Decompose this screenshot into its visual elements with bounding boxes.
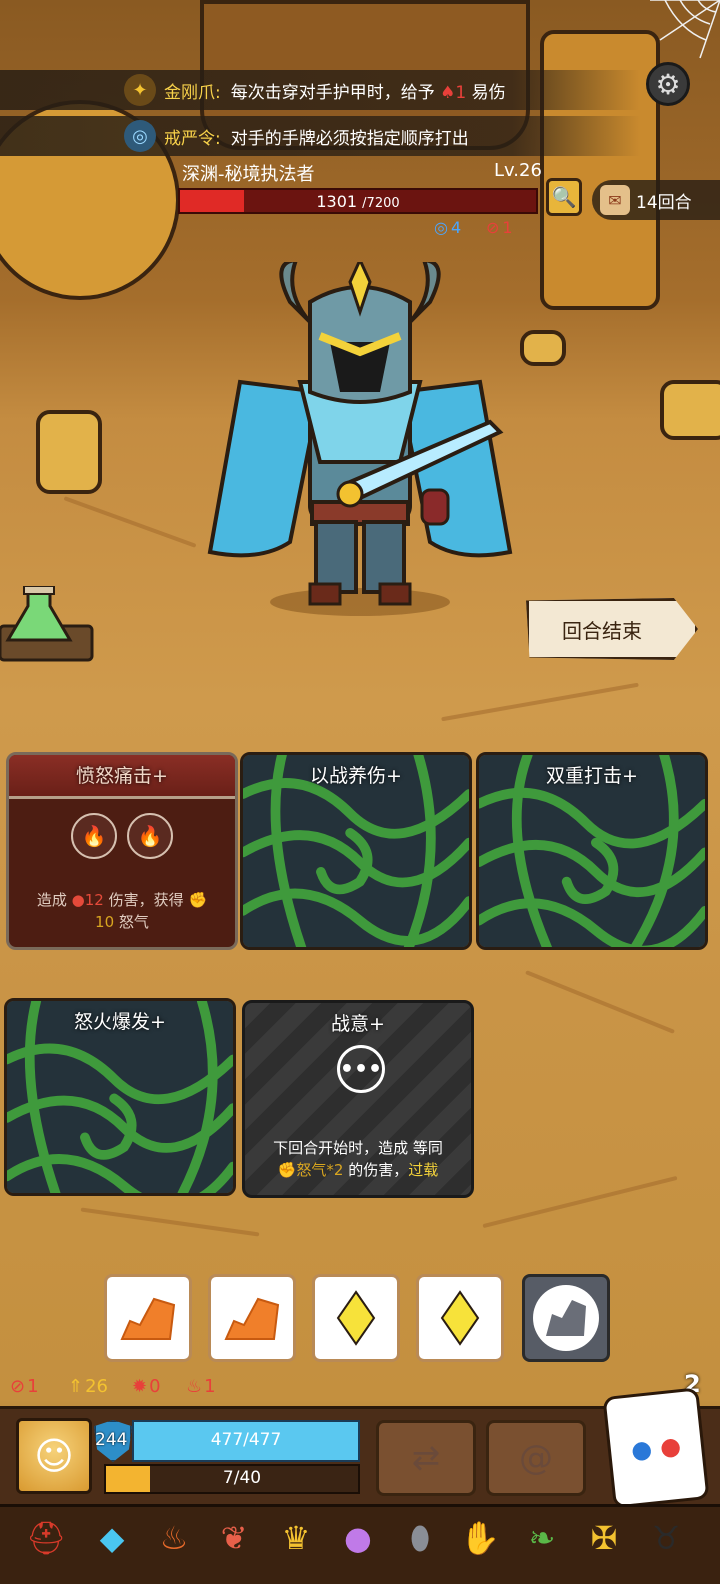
water-drop-icon: ● [629,1434,654,1465]
card-description: 造成 ●12 伤害，获得 ✊ 10 怒气 [36,891,208,931]
golden-crown-icon[interactable]: ♛ [270,1510,322,1566]
yellow-diamond-icon [440,1290,480,1346]
sand-stroke [80,1207,260,1237]
gray-rock-icon [546,1300,586,1336]
buff-description: 每次击穿对手护甲时，给予 ♠1 易伤 [230,82,506,103]
reroll-button[interactable]: @ [486,1420,586,1496]
player-hp-text: 477/477 [210,1430,282,1450]
white-circle-icon [533,1285,599,1351]
roll-dice-button[interactable]: ● ● [602,1387,710,1509]
dice-slot-gray-rock[interactable] [522,1274,610,1362]
card-title: 战意+ [331,1013,385,1035]
flame-icon: ♨ [186,1376,203,1397]
spiral-icon: ◎ [434,218,448,237]
rock-decoration [36,410,102,494]
player-shield-value: 244 [95,1430,128,1450]
spiral-icon: @ [519,1438,553,1478]
resource-gear-burn[interactable]: ✹ 0 [132,1376,161,1397]
turn-label: 14回合 [636,192,692,213]
buff-description: 对手的手牌必须按指定顺序打出 [230,128,469,149]
strength-arrow-icon: ⇑ [68,1376,84,1397]
magnifier-icon: 🔍 [551,185,577,209]
enemy-hp-bar: 1301 /7200 [178,188,538,214]
card-title: 愤怒痛击+ [76,765,168,787]
swap-dice-button[interactable]: ⇄ [376,1420,476,1496]
blood-drop-icon: ● [71,891,85,909]
rage-fist-icon: ✊ [188,891,208,909]
card-title: 双重打击+ [546,765,638,787]
orange-rock-icon [120,1297,176,1340]
sand-stroke [63,496,197,548]
gray-egg-icon[interactable]: ⬮ [394,1510,446,1566]
gear-burn-icon: ✹ [132,1376,148,1397]
end-turn-button[interactable]: 回合结束 [526,598,698,660]
turn-counter: ✉ 14回合 [592,180,720,220]
card-rage-burst[interactable]: 怒火爆发+ [4,998,236,1196]
fire-brazier-icon[interactable]: ♨ [148,1510,200,1566]
dice-slot-orange-rock[interactable] [104,1274,192,1362]
orange-rock-icon [224,1297,280,1340]
card-battle-intent[interactable]: 战意+ ••• 下回合开始时，造成 等同 ✊怒气*2 的伤害，过载 [242,1000,474,1198]
fire-slot-icon: 🔥 [127,813,173,859]
golden-claw-icon[interactable]: ✋ [454,1510,506,1566]
vulnerable-icon: ⊘ [10,1376,26,1397]
enemy-level: Lv.26 [494,160,542,181]
vulnerable-icon: ⊘ [486,218,500,237]
card-title: 以战养伤+ [310,765,402,787]
dice-slot-yellow-diamond[interactable] [312,1274,400,1362]
scroll-icon: ✉ [600,185,630,215]
resource-flame[interactable]: ♨ 1 [186,1376,216,1397]
spider-web-icon [650,0,720,59]
black-horn-icon[interactable]: ♉ [640,1510,692,1566]
enemy-inspect-button[interactable]: 🔍 [546,178,582,216]
yellow-diamond-icon [336,1290,376,1346]
claw-icon: ✦ [124,74,156,106]
rock-decoration [660,380,720,440]
enemy-knight-sprite[interactable] [200,262,520,622]
green-leaf-icon[interactable]: ❧ [516,1510,568,1566]
sand-stroke [441,682,639,722]
red-helmet-icon[interactable]: ⛑ [20,1510,72,1566]
rainbow-orb-icon[interactable]: ● [332,1510,384,1566]
swap-arrows-icon: ⇄ [411,1438,441,1478]
gear-icon: ⚙ [655,67,681,101]
sand-stroke [525,970,675,1034]
card-title: 怒火爆发+ [74,1011,166,1033]
meat-leg-icon[interactable]: ❦ [208,1510,260,1566]
enemy-hp-text: 1301 /7200 [316,192,400,211]
card-war-heal[interactable]: 以战养伤+ [240,752,472,950]
golden-cross-icon[interactable]: ✠ [578,1510,630,1566]
potion-shelf-icon[interactable] [0,586,96,666]
fire-drop-icon: ● [658,1431,683,1462]
player-rage-text: 7/40 [222,1468,262,1488]
card-rage-strike[interactable]: 愤怒痛击+ 🔥 🔥 造成 ●12 伤害，获得 ✊ 10 怒气 [6,752,238,950]
more-dots-icon: ••• [337,1045,385,1093]
order-seal-icon: ◎ [124,120,156,152]
buff-bar-martial-law[interactable]: ◎ 戒严令: 对手的手牌必须按指定顺序打出 [0,116,640,156]
rock-decoration [520,330,566,366]
hero-portrait-icon: ☺ [34,1434,74,1478]
card-description: 下回合开始时，造成 等同 ✊怒气*2 的伤害，过载 [273,1139,443,1179]
resource-strength[interactable]: ⇑ 26 [68,1376,108,1397]
dice-slot-orange-rock[interactable] [208,1274,296,1362]
player-avatar[interactable]: ☺ [16,1418,92,1494]
buff-name: 戒严令: [164,128,221,149]
fire-slot-icon: 🔥 [71,813,117,859]
settings-gear-button[interactable]: ⚙ [646,62,690,106]
vulnerable-icon: ♠ [440,82,456,103]
enemy-status-vulnerable[interactable]: ⊘ 1 [486,218,513,237]
buff-bar-diamond-claw[interactable]: ✦ 金刚爪: 每次击穿对手护甲时，给予 ♠1 易伤 [0,70,640,110]
enemy-status-spiral[interactable]: ◎ 4 [434,218,461,237]
enemy-name: 深渊-秘境执法者 [182,164,315,185]
card-double-strike[interactable]: 双重打击+ [476,752,708,950]
blue-crystal-icon[interactable]: ◆ [86,1510,138,1566]
dice-slot-yellow-diamond[interactable] [416,1274,504,1362]
buff-name: 金刚爪: [164,82,221,103]
sand-stroke [482,1175,678,1229]
resource-vulnerable[interactable]: ⊘ 1 [10,1376,39,1397]
rage-fist-icon: ✊ [277,1161,297,1179]
